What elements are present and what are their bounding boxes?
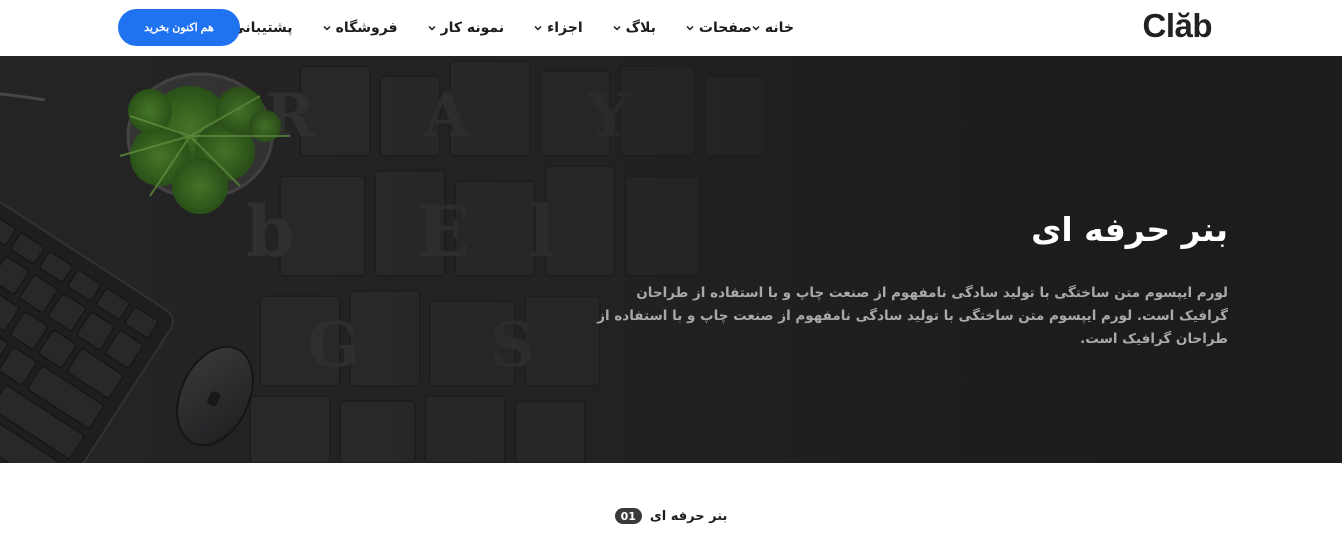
chevron-down-icon (686, 24, 694, 32)
hero-title: بنر حرفه ای (1031, 210, 1228, 249)
nav-item-portfolio[interactable]: نمونه کار (428, 20, 505, 36)
chevron-down-icon (428, 24, 436, 32)
buy-now-button[interactable]: هم اکنون بخرید (118, 9, 240, 46)
chevron-down-icon (323, 24, 331, 32)
nav-item-pages[interactable]: صفحات (686, 20, 752, 36)
nav-item-label: اجزاء (547, 20, 583, 36)
nav-item-label: پشتیبانی (231, 20, 293, 36)
section-heading: بنر حرفه ای 01 (0, 508, 1342, 524)
nav-item-label: نمونه کار (440, 20, 505, 36)
brand-logo[interactable]: Clăb (1142, 6, 1212, 46)
hero-content: بنر حرفه ای لورم ایپسوم متن ساختگی با تو… (588, 206, 1228, 351)
nav-item-label: صفحات (698, 20, 752, 36)
nav-item-label: بلاگ (625, 20, 656, 36)
nav-item-label: فروشگاه (335, 20, 398, 36)
nav-item-home[interactable]: خانه (752, 20, 794, 36)
section-title: بنر حرفه ای (649, 508, 728, 524)
site-header: Clăb خانه صفحات بلاگ اجزاء نمونه کار فرو… (0, 0, 1342, 56)
chevron-down-icon (613, 24, 621, 32)
nav-item-label: خانه (764, 20, 794, 36)
nav-item-blog[interactable]: بلاگ (613, 20, 656, 36)
hero-banner: R A Y b E l G S (0, 56, 1342, 463)
nav-item-shop[interactable]: فروشگاه (323, 20, 398, 36)
hero-description: لورم ایپسوم متن ساختگی با تولید سادگی نا… (597, 285, 1228, 347)
main-nav: خانه صفحات بلاگ اجزاء نمونه کار فروشگاه … (188, 0, 794, 56)
chevron-down-icon (534, 24, 542, 32)
nav-item-components[interactable]: اجزاء (534, 20, 583, 36)
chevron-down-icon (752, 24, 760, 32)
section-number-badge: 01 (614, 508, 642, 524)
